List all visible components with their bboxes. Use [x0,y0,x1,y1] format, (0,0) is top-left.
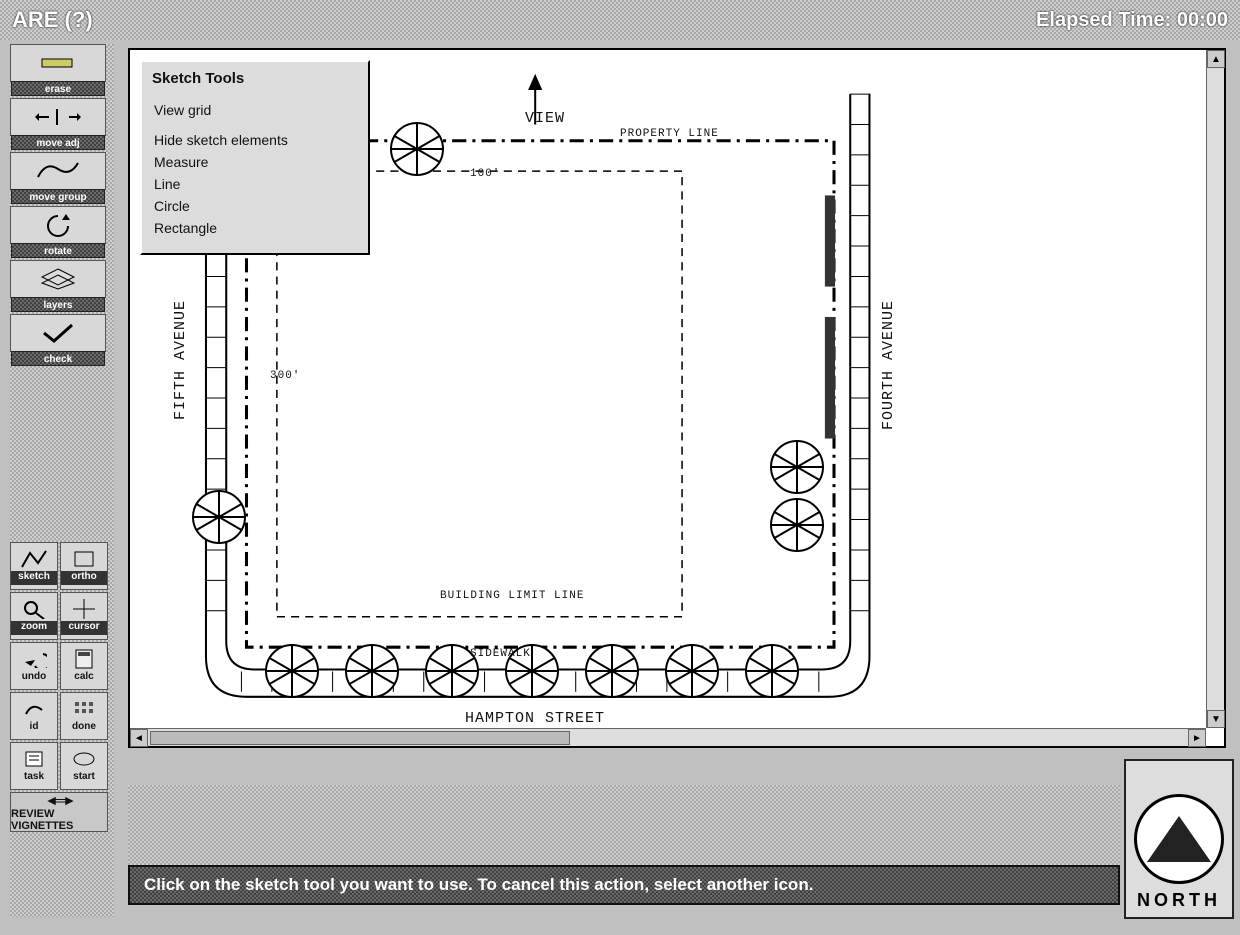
tree-symbol [745,644,799,698]
menu-item-rectangle[interactable]: Rectangle [152,217,358,239]
start-icon [72,747,96,771]
scroll-left-icon[interactable]: ◄ [130,729,148,747]
vertical-scrollbar[interactable]: ▲ ▼ [1206,50,1224,728]
tree-symbol [585,644,639,698]
scroll-down-icon[interactable]: ▼ [1207,710,1225,728]
rotate-icon [38,212,78,238]
id-icon [22,697,46,721]
north-compass: NORTH [1124,759,1234,919]
id-button[interactable]: id [10,692,58,740]
dim-100: 100' [470,168,500,180]
sketch-tools-menu: Sketch Tools View grid Hide sketch eleme… [140,60,370,255]
move-group-button[interactable]: move group [10,152,106,190]
status-area: Click on the sketch tool you want to use… [128,785,1120,905]
secondary-toolbar: sketch ortho zoom cursor undo [10,542,114,790]
compass-icon [1134,794,1224,884]
task-button[interactable]: task [10,742,58,790]
tree-symbol [265,644,319,698]
menu-item-measure[interactable]: Measure [152,151,358,173]
rotate-label: rotate [11,243,105,258]
cursor-button[interactable]: cursor [60,592,108,640]
zoom-button[interactable]: zoom [10,592,58,640]
move-adj-label: move adj [11,135,105,150]
view-label: VIEW [525,110,565,127]
keypad-icon [73,697,95,721]
erase-label: erase [11,81,105,96]
ortho-button[interactable]: ortho [60,542,108,590]
sketch-button[interactable]: sketch [10,542,58,590]
compass-label: NORTH [1137,890,1221,911]
check-label: check [11,351,105,366]
move-adj-icon [33,106,83,128]
ortho-icon [72,547,96,571]
menu-title: Sketch Tools [152,70,358,87]
scroll-thumb[interactable] [150,731,570,745]
layers-button[interactable]: layers [10,260,106,298]
elapsed-time: Elapsed Time: 00:00 [1036,9,1228,32]
menu-item-line[interactable]: Line [152,173,358,195]
done-button[interactable]: done [60,692,108,740]
property-line-label: PROPERTY LINE [620,128,719,140]
layers-label: layers [11,297,105,312]
left-toolbar: erase move adj move group rotate [10,44,114,917]
check-icon [40,321,76,345]
layers-icon [38,267,78,291]
start-button[interactable]: start [60,742,108,790]
cursor-icon [73,597,95,621]
rotate-button[interactable]: rotate [10,206,106,244]
menu-item-hide-sketch[interactable]: Hide sketch elements [152,129,358,151]
check-button[interactable]: check [10,314,106,352]
menu-item-view-grid[interactable]: View grid [152,99,358,121]
tree-symbol [770,498,824,552]
review-label: REVIEW VIGNETTES [11,808,107,832]
menu-item-circle[interactable]: Circle [152,195,358,217]
status-bar: Click on the sketch tool you want to use… [128,865,1120,905]
move-group-icon [32,159,84,183]
zoom-icon [22,597,46,621]
hampton-street-label: HAMPTON STREET [465,710,605,727]
drawing-canvas[interactable]: VIEW PROPERTY LINE BUILDING LIMIT LINE S… [128,48,1226,748]
tree-symbol [390,122,444,176]
eraser-icon [38,53,78,73]
calc-button[interactable]: calc [60,642,108,690]
tree-symbol [770,440,824,494]
tree-symbol [345,644,399,698]
undo-icon [21,647,47,671]
move-adj-button[interactable]: move adj [10,98,106,136]
review-vignettes-button[interactable]: ◄═► REVIEW VIGNETTES [10,792,108,832]
dim-300: 300' [270,370,300,382]
move-group-label: move group [11,189,105,204]
fourth-avenue-label: FOURTH AVENUE [880,300,897,430]
undo-button[interactable]: undo [10,642,58,690]
scroll-right-icon[interactable]: ► [1188,729,1206,747]
sketch-icon [20,547,48,571]
task-icon [23,747,45,771]
calc-icon [74,647,94,671]
sidewalk-label: SIDEWALK [470,648,531,660]
title-bar: ARE (?) Elapsed Time: 00:00 [0,0,1240,40]
erase-button[interactable]: erase [10,44,106,82]
fifth-avenue-label: FIFTH AVENUE [172,300,189,420]
building-limit-label: BUILDING LIMIT LINE [440,590,584,602]
tree-symbol [665,644,719,698]
scroll-up-icon[interactable]: ▲ [1207,50,1225,68]
tree-symbol [192,490,246,544]
review-arrows-icon: ◄═► [45,792,74,808]
status-message: Click on the sketch tool you want to use… [144,875,813,895]
app-title: ARE (?) [12,7,93,33]
horizontal-scrollbar[interactable]: ◄ ► [130,728,1206,746]
